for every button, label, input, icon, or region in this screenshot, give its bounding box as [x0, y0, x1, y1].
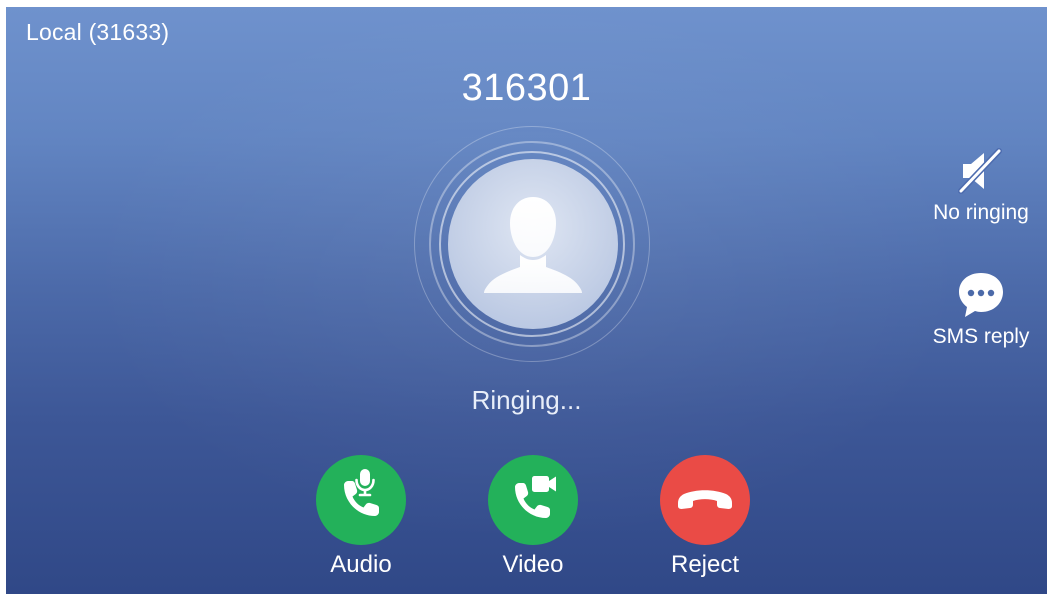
reject-button-circle[interactable]	[660, 455, 750, 545]
account-label: Local (31633)	[26, 19, 170, 45]
phone-mic-icon	[344, 469, 379, 516]
video-label: Video	[502, 551, 564, 578]
chat-bubble-icon	[953, 267, 1009, 323]
sms-reply-button[interactable]: SMS reply	[921, 267, 1041, 349]
call-status: Ringing...	[471, 385, 582, 415]
caller-avatar	[448, 159, 618, 329]
speaker-muted-icon	[953, 143, 1009, 199]
reject-button[interactable]: Reject	[650, 455, 760, 579]
reject-label: Reject	[670, 551, 740, 578]
caller-number: 316301	[461, 67, 592, 109]
sms-reply-label: SMS reply	[932, 325, 1030, 348]
phone-video-icon	[515, 476, 556, 518]
hang-up-icon	[678, 490, 732, 509]
default-person-icon	[484, 197, 582, 293]
audio-button-circle[interactable]	[316, 455, 406, 545]
audio-label: Audio	[330, 551, 392, 578]
audio-answer-button[interactable]: Audio	[306, 455, 416, 579]
video-button-circle[interactable]	[488, 455, 578, 545]
incoming-call-screen: Local (31633) 316301 Ringing... No ringi	[6, 7, 1047, 594]
no-ringing-label: No ringing	[933, 201, 1029, 224]
no-ringing-button[interactable]: No ringing	[921, 143, 1041, 225]
video-answer-button[interactable]: Video	[478, 455, 588, 579]
